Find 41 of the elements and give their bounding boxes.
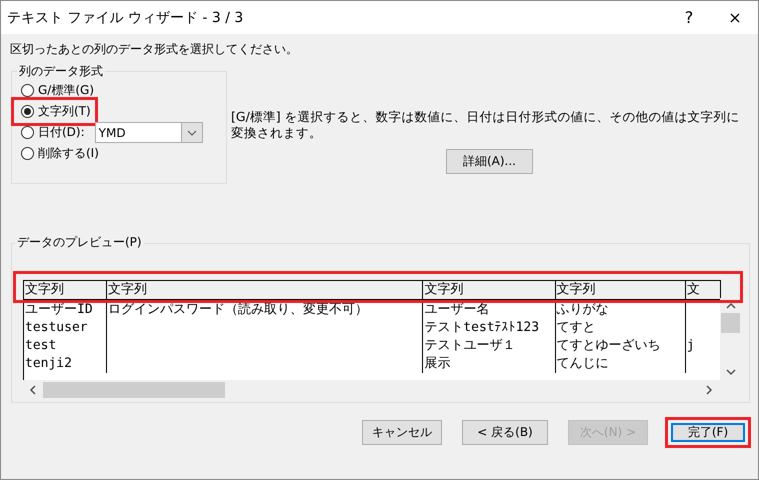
column-header[interactable]: 文字列 xyxy=(422,280,556,300)
description-text: [G/標準] を選択すると、数字は数値に、日付は日付形式の値に、その他の値は文字列に変換されます。 xyxy=(231,109,741,141)
dialog-button[interactable]: 完了(F) xyxy=(665,417,751,448)
group-title: 列のデータ形式 xyxy=(17,63,105,80)
scrollbar-thumb[interactable] xyxy=(43,382,225,398)
chevron-down-icon xyxy=(186,130,197,136)
radio-option[interactable]: 文字列(T) xyxy=(15,101,94,122)
chevron-down-icon xyxy=(726,369,736,376)
column-header[interactable]: 文字列 xyxy=(555,280,686,300)
chevron-right-icon xyxy=(706,384,713,394)
radio-option[interactable]: 日付(D): YMD xyxy=(15,122,206,143)
dialog-button[interactable]: < 戻る(B) xyxy=(462,420,548,445)
date-format-dropdown[interactable]: YMD xyxy=(94,122,203,143)
table-cell: ユーザーID xyxy=(24,300,107,319)
column-header[interactable]: 文字列 xyxy=(24,280,107,300)
close-button[interactable]: × xyxy=(712,1,758,34)
table-cell: テストユーザ１ xyxy=(422,337,556,355)
table-cell: 展示 xyxy=(422,355,556,373)
chevron-left-icon xyxy=(29,384,36,394)
group-title: データのプレビュー(P) xyxy=(15,234,144,251)
advanced-button[interactable]: 詳細(A)... xyxy=(446,149,533,174)
chevron-up-icon xyxy=(726,302,736,309)
table-cell: てすとゆーざいち xyxy=(555,337,686,355)
table-cell: test xyxy=(24,337,107,355)
radio-option[interactable]: G/標準(G) xyxy=(15,80,98,101)
column-header[interactable]: 文字列 xyxy=(106,280,423,300)
table-cell: テストtestﾃｽﾄ123 xyxy=(422,319,556,337)
help-button[interactable]: ? xyxy=(666,1,712,34)
instruction-text: 区切ったあとの列のデータ形式を選択してください。 xyxy=(10,41,299,58)
dialog-button[interactable]: キャンセル xyxy=(362,420,442,445)
table-cell: ログインパスワード（読み取り、変更不可） xyxy=(106,300,423,319)
table-cell: てすと xyxy=(555,319,686,337)
table-cell: ふりがな xyxy=(555,300,686,319)
scrollbar-thumb[interactable] xyxy=(721,313,740,333)
table-cell: testuser xyxy=(24,319,107,337)
radio-option[interactable]: 削除する(I) xyxy=(15,143,102,164)
column-header[interactable]: 文 xyxy=(685,280,720,300)
table-cell: てんじに xyxy=(555,355,686,373)
table-cell: ユーザー名 xyxy=(422,300,556,319)
window-title: テキスト ファイル ウィザード - 3 / 3 xyxy=(6,8,244,26)
table-cell: tenji2 xyxy=(24,355,107,373)
